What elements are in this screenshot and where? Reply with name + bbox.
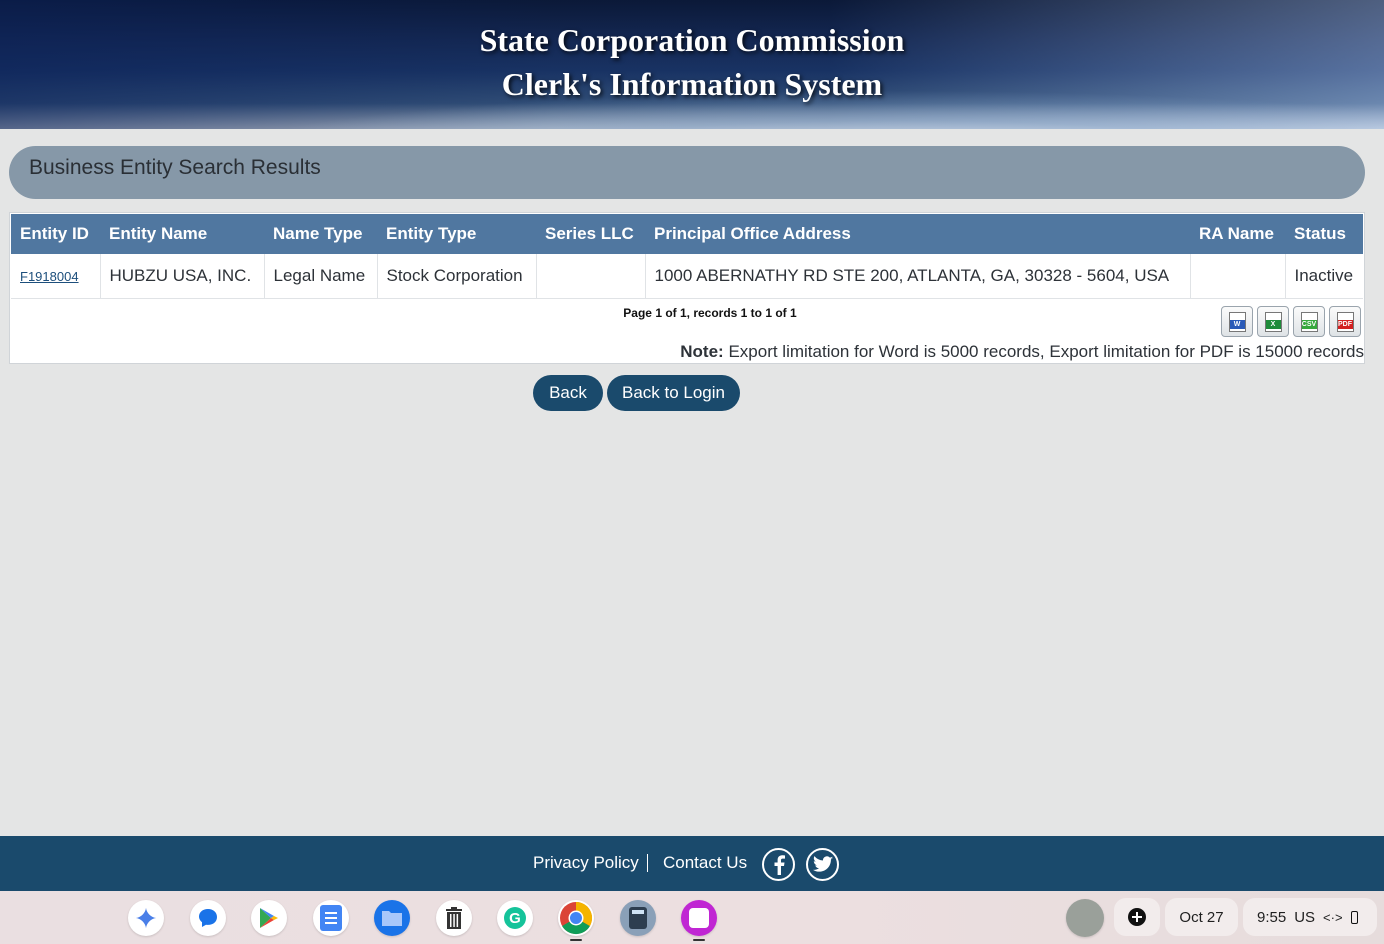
cell-entity-type: Stock Corporation xyxy=(377,254,537,299)
status-area[interactable]: 9:55 US <·> xyxy=(1243,898,1377,936)
privacy-policy-link[interactable]: Privacy Policy xyxy=(533,853,639,873)
note-label: Note: xyxy=(680,342,724,361)
chrome-icon[interactable] xyxy=(558,900,594,936)
cell-series-llc xyxy=(536,254,646,299)
export-excel-button[interactable]: X xyxy=(1257,306,1289,337)
svg-text:G: G xyxy=(509,910,521,927)
date-display[interactable]: Oct 27 xyxy=(1165,898,1238,936)
col-header-status[interactable]: Status xyxy=(1285,214,1363,254)
messages-icon[interactable] xyxy=(190,900,226,936)
trash-icon[interactable] xyxy=(436,900,472,936)
page-banner: State Corporation Commission Clerk's Inf… xyxy=(0,0,1384,129)
export-note: Note: Export limitation for Word is 5000… xyxy=(680,342,1364,362)
back-to-login-button[interactable]: Back to Login xyxy=(607,375,740,411)
entity-id-link[interactable]: F1918004 xyxy=(20,269,79,284)
col-header-entity-name[interactable]: Entity Name xyxy=(100,214,264,254)
canvas-icon[interactable] xyxy=(681,900,717,936)
page-footer: Privacy Policy Contact Us xyxy=(0,836,1384,891)
grammarly-icon[interactable]: G xyxy=(497,900,533,936)
docs-icon[interactable] xyxy=(313,900,349,936)
cell-ra-name xyxy=(1190,254,1286,299)
col-header-entity-id[interactable]: Entity ID xyxy=(11,214,100,254)
os-shelf: G Oct 27 9:55 US <·> xyxy=(0,891,1384,944)
excel-export-icon: X xyxy=(1264,311,1282,332)
network-icon: <·> xyxy=(1323,909,1343,925)
results-grid: Entity ID Entity Name Name Type Entity T… xyxy=(9,212,1365,364)
cell-address: 1000 ABERNATHY RD STE 200, ATLANTA, GA, … xyxy=(645,254,1191,299)
pager-info: Page 1 of 1, records 1 to 1 of 1 xyxy=(623,306,797,320)
chrome-running-indicator xyxy=(570,939,582,941)
col-header-series-llc[interactable]: Series LLC xyxy=(536,214,645,254)
cell-status: Inactive xyxy=(1285,254,1363,299)
col-header-ra-name[interactable]: RA Name xyxy=(1190,214,1285,254)
back-button[interactable]: Back xyxy=(533,375,603,411)
facebook-icon[interactable] xyxy=(762,848,795,881)
tote-thumbnail-icon[interactable] xyxy=(1066,899,1104,937)
battery-icon xyxy=(1350,910,1358,924)
col-header-address[interactable]: Principal Office Address xyxy=(645,214,1190,254)
contact-us-link[interactable]: Contact Us xyxy=(663,853,747,873)
clock-time: 9:55 xyxy=(1257,908,1287,926)
cell-entity-name: HUBZU USA, INC. xyxy=(100,254,265,299)
calculator-icon[interactable] xyxy=(620,900,656,936)
banner-title-line2: Clerk's Information System xyxy=(501,66,883,102)
twitter-icon[interactable] xyxy=(806,848,839,881)
gemini-icon[interactable] xyxy=(128,900,164,936)
note-text: Export limitation for Word is 5000 recor… xyxy=(723,342,1364,361)
pdf-export-icon: PDF xyxy=(1336,311,1354,332)
banner-title-line1: State Corporation Commission xyxy=(479,22,905,58)
export-toolbar: W X CSV PDF xyxy=(1221,306,1361,337)
export-word-button[interactable]: W xyxy=(1221,306,1253,337)
footer-divider xyxy=(647,854,648,872)
table-header-row: Entity ID Entity Name Name Type Entity T… xyxy=(11,214,1363,254)
cell-entity-id: F1918004 xyxy=(11,254,101,299)
results-table: Entity ID Entity Name Name Type Entity T… xyxy=(11,214,1363,299)
table-row: F1918004 HUBZU USA, INC. Legal Name Stoc… xyxy=(11,254,1363,299)
locale-indicator: US xyxy=(1294,908,1316,926)
files-icon[interactable] xyxy=(374,900,410,936)
results-title: Business Entity Search Results xyxy=(29,156,321,179)
col-header-entity-type[interactable]: Entity Type xyxy=(377,214,536,254)
add-note-button[interactable] xyxy=(1114,898,1160,936)
cell-name-type: Legal Name xyxy=(264,254,378,299)
export-csv-button[interactable]: CSV xyxy=(1293,306,1325,337)
canvas-running-indicator xyxy=(693,939,705,941)
play-store-icon[interactable] xyxy=(251,900,287,936)
export-pdf-button[interactable]: PDF xyxy=(1329,306,1361,337)
col-header-name-type[interactable]: Name Type xyxy=(264,214,377,254)
results-title-bar: Business Entity Search Results xyxy=(9,146,1365,199)
word-export-icon: W xyxy=(1228,311,1246,332)
csv-export-icon: CSV xyxy=(1300,311,1318,332)
